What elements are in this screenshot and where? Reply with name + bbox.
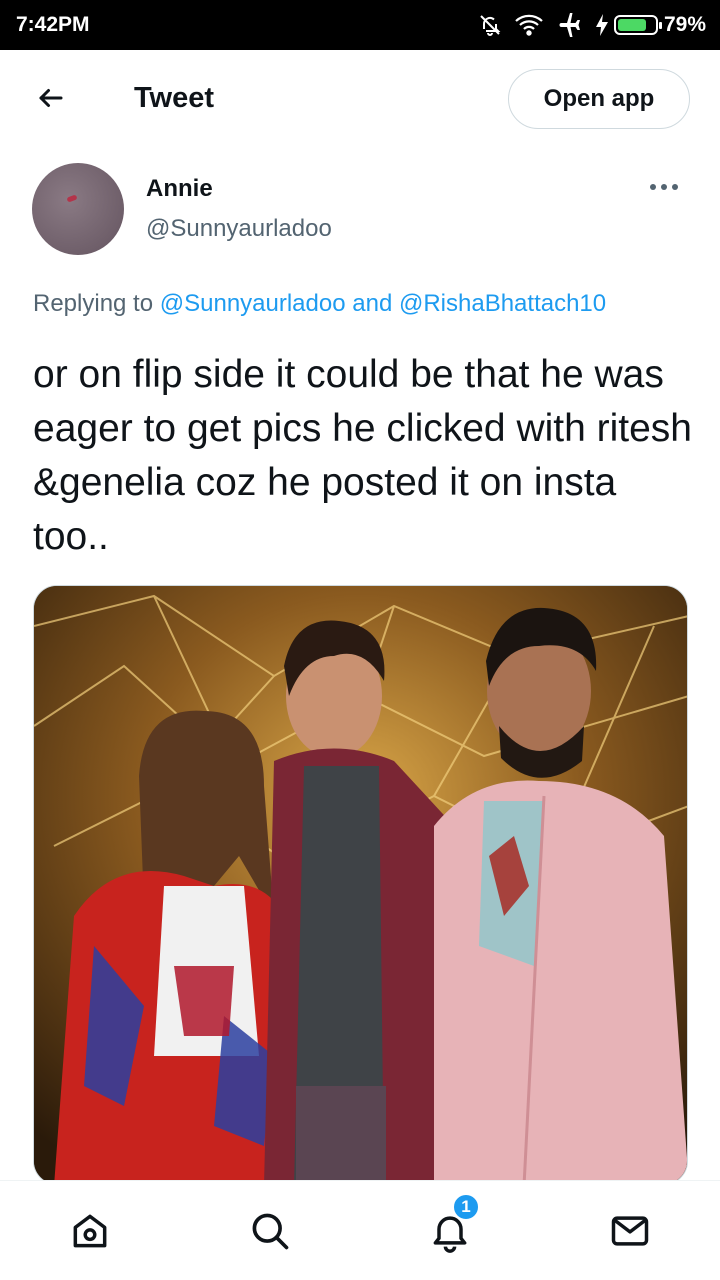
tab-messages[interactable]	[585, 1186, 675, 1276]
avatar[interactable]	[32, 163, 124, 255]
replying-to-prefix: Replying to	[33, 290, 160, 317]
author-display-name[interactable]: Annie	[146, 175, 213, 203]
search-icon	[252, 1213, 289, 1249]
arrow-left-icon	[39, 89, 63, 107]
wifi-icon	[514, 13, 544, 37]
page-title: Tweet	[134, 81, 215, 114]
tab-home[interactable]	[45, 1186, 135, 1276]
tweet-media-image[interactable]	[33, 585, 688, 1185]
more-options-button[interactable]	[644, 175, 684, 199]
alarm-off-icon	[478, 13, 502, 37]
mail-icon	[611, 1215, 649, 1246]
reply-user-link[interactable]: @Sunnyaurladoo	[160, 290, 346, 317]
status-bar: 7:42PM 79%	[0, 0, 720, 50]
author-handle[interactable]: @Sunnyaurladoo	[146, 215, 332, 243]
battery-icon	[613, 15, 662, 35]
home-icon	[73, 1214, 107, 1247]
bottom-tab-bar: 1	[0, 1180, 720, 1280]
status-time: 7:42PM	[16, 13, 90, 36]
top-bar: Tweet Open app	[0, 50, 720, 146]
charging-icon	[595, 14, 608, 36]
notification-badge: 1	[452, 1192, 480, 1221]
photo-illustration	[34, 586, 687, 1184]
battery-indicator: 79%	[595, 13, 706, 37]
battery-percent: 79%	[663, 13, 706, 36]
tweet-text: or on flip side it could be that he was …	[33, 353, 693, 558]
tweet-author: Annie @Sunnyaurladoo	[32, 163, 688, 259]
tab-notifications[interactable]: 1	[405, 1186, 495, 1276]
open-app-button[interactable]: Open app	[508, 69, 690, 129]
reply-user-link[interactable]: @RishaBhattach10	[399, 290, 606, 317]
battery-level-fill	[617, 19, 647, 31]
tab-search[interactable]	[225, 1186, 315, 1276]
replying-to: Replying to @Sunnyaurladoo and @RishaBha…	[33, 290, 703, 318]
reply-conjunction: and	[345, 290, 399, 317]
airplane-icon	[556, 13, 584, 37]
more-horizontal-icon	[650, 184, 678, 190]
back-button[interactable]	[24, 71, 78, 125]
status-icons: 79%	[478, 13, 706, 37]
